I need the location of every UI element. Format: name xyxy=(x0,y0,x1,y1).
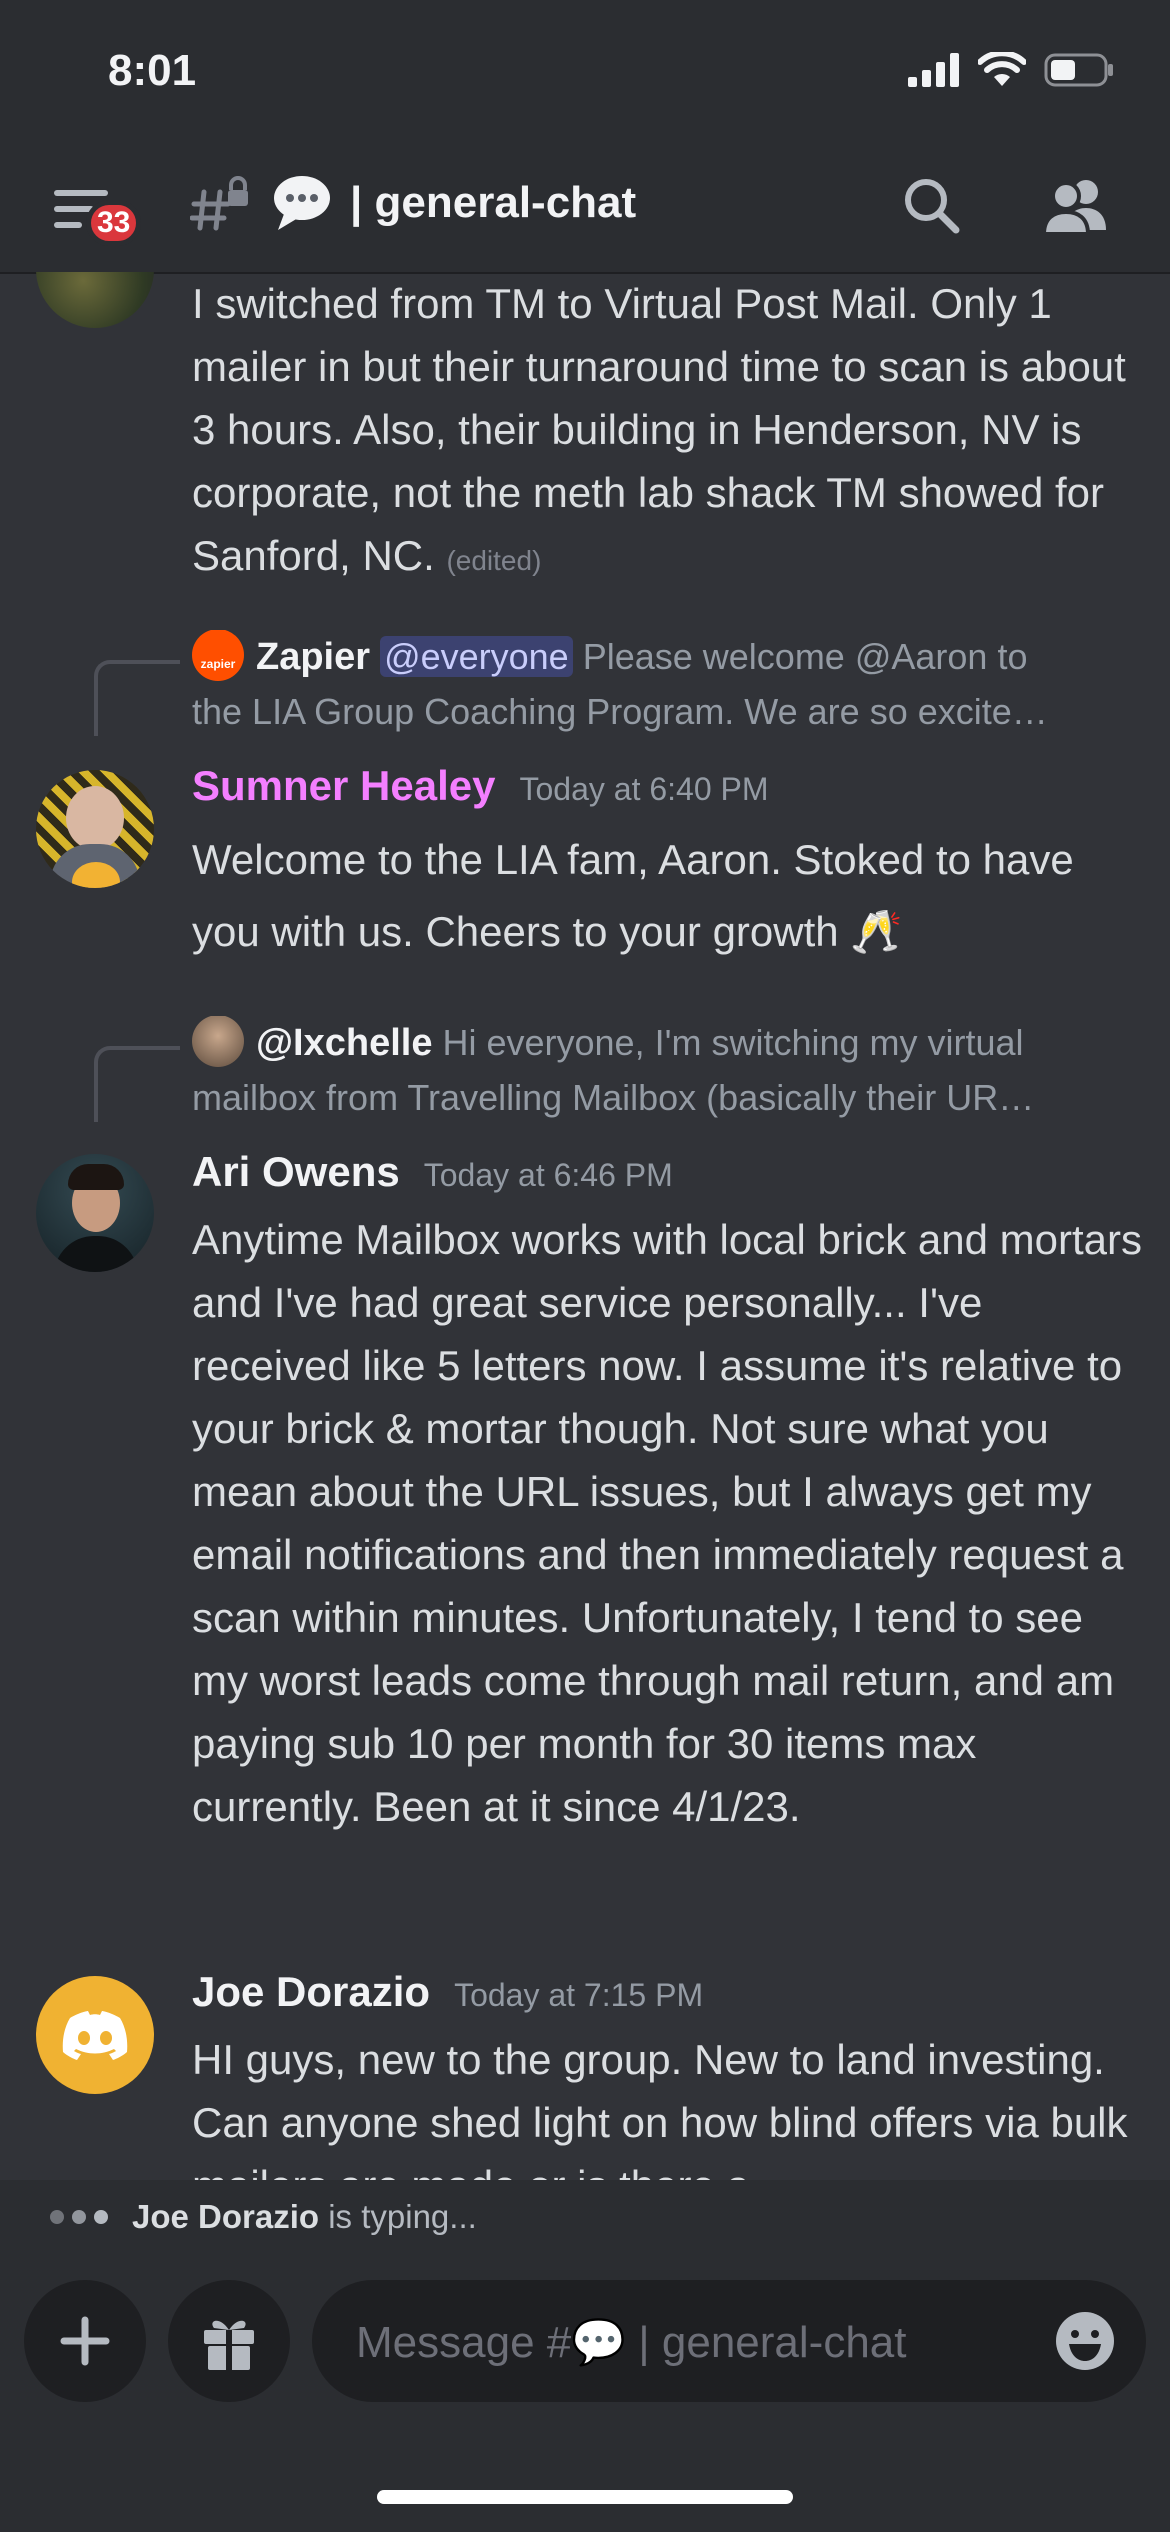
emoji-button[interactable] xyxy=(1054,2310,1116,2372)
author-name[interactable]: Joe Dorazio Today at 7:15 PM xyxy=(192,1968,703,2016)
reply-connector xyxy=(94,660,180,736)
mention-everyone[interactable]: @everyone xyxy=(380,636,573,677)
author-name-text: Ari Owens xyxy=(192,1148,400,1195)
avatar-body xyxy=(54,1236,138,1272)
reply-snippet: Please welcome @Aaron to xyxy=(572,636,1028,677)
avatar[interactable] xyxy=(36,272,154,328)
author-name[interactable]: Sumner Healey Today at 6:40 PM xyxy=(192,762,769,810)
message-text: I switched from TM to Virtual Post Mail.… xyxy=(192,272,1142,592)
typing-dots-icon xyxy=(50,2210,108,2224)
reply-line-1: @Ixchelle Hi everyone, I'm switching my … xyxy=(192,1016,1132,1071)
author-name[interactable]: Ari Owens Today at 6:46 PM xyxy=(192,1148,673,1196)
channel-separator: | xyxy=(350,178,375,227)
reply-line-1: zapier Zapier @everyone Please welcome @A… xyxy=(192,630,1132,685)
notification-badge: 33 xyxy=(86,200,142,246)
reply-author: @Ixchelle xyxy=(256,1022,433,1064)
author-name-text: Sumner Healey xyxy=(192,762,496,809)
home-indicator-bar xyxy=(377,2490,793,2504)
reply-preview[interactable]: zapier Zapier @everyone Please welcome @A… xyxy=(192,630,1132,739)
channel-name: general-chat xyxy=(374,178,637,227)
ixchelle-avatar xyxy=(192,1016,244,1068)
typing-suffix: is typing... xyxy=(319,2198,477,2235)
gift-button[interactable] xyxy=(168,2280,290,2402)
zapier-avatar: zapier xyxy=(192,630,244,682)
message-text: Welcome to the LIA fam, Aaron. Stoked to… xyxy=(192,836,1074,955)
timestamp: Today at 6:40 PM xyxy=(519,771,769,807)
channel-header: 33 | general-chat xyxy=(0,150,1170,274)
reply-connector xyxy=(94,1046,180,1122)
message-text: HI guys, new to the group. New to land i… xyxy=(192,2036,1128,2180)
members-icon xyxy=(1041,180,1106,236)
search-button[interactable] xyxy=(900,174,970,244)
message-placeholder: Message #💬 | general-chat xyxy=(356,2318,907,2367)
discord-logo-icon xyxy=(62,2011,128,2060)
smiley-icon xyxy=(1056,2312,1114,2370)
avatar[interactable] xyxy=(36,770,154,888)
typing-user: Joe Dorazio xyxy=(132,2198,320,2235)
gift-icon xyxy=(204,2320,254,2370)
channel-hash-lock-icon xyxy=(190,176,248,231)
status-icons xyxy=(908,52,1114,88)
speech-bubble-icon xyxy=(274,176,330,230)
message-body: I switched from TM to Virtual Post Mail.… xyxy=(192,280,1126,579)
reply-line-2: the LIA Group Coaching Program. We are s… xyxy=(192,691,1048,733)
avatar[interactable] xyxy=(36,1154,154,1272)
avatar[interactable] xyxy=(36,1976,154,2094)
status-bar: 8:01 xyxy=(0,0,1170,150)
menu-button[interactable]: 33 xyxy=(48,180,148,260)
reply-line-2: mailbox from Travelling Mailbox (basical… xyxy=(192,1077,1035,1119)
message-list[interactable]: I switched from TM to Virtual Post Mail.… xyxy=(0,272,1170,2180)
timestamp: Today at 7:15 PM xyxy=(454,1977,704,2013)
wifi-icon xyxy=(978,52,1026,86)
channel-title[interactable]: | general-chat xyxy=(350,178,636,228)
author-name-text: Joe Dorazio xyxy=(192,1968,431,2015)
reply-preview[interactable]: @Ixchelle Hi everyone, I'm switching my … xyxy=(192,1016,1132,1125)
battery-icon xyxy=(1044,53,1113,87)
timestamp: Today at 6:46 PM xyxy=(423,1157,673,1193)
search-icon xyxy=(905,179,960,234)
typing-text: Joe Dorazio is typing... xyxy=(132,2198,477,2236)
avatar-hair xyxy=(68,1164,124,1190)
zapier-avatar-label: zapier xyxy=(200,657,236,672)
plus-icon xyxy=(60,2316,110,2366)
attach-button[interactable] xyxy=(24,2280,146,2402)
cellular-signal-icon xyxy=(908,53,959,87)
edited-label: (edited) xyxy=(446,545,542,576)
message-input[interactable]: Message #💬 | general-chat xyxy=(312,2280,1146,2402)
members-button[interactable] xyxy=(1040,174,1120,244)
reply-author: Zapier xyxy=(256,636,371,678)
message-text: Anytime Mailbox works with local brick a… xyxy=(192,1216,1142,1830)
reply-snippet: Hi everyone, I'm switching my virtual xyxy=(432,1022,1024,1063)
status-time: 8:01 xyxy=(108,46,197,95)
typing-indicator: Joe Dorazio is typing... xyxy=(0,2180,1170,2258)
avatar-face xyxy=(66,786,124,850)
